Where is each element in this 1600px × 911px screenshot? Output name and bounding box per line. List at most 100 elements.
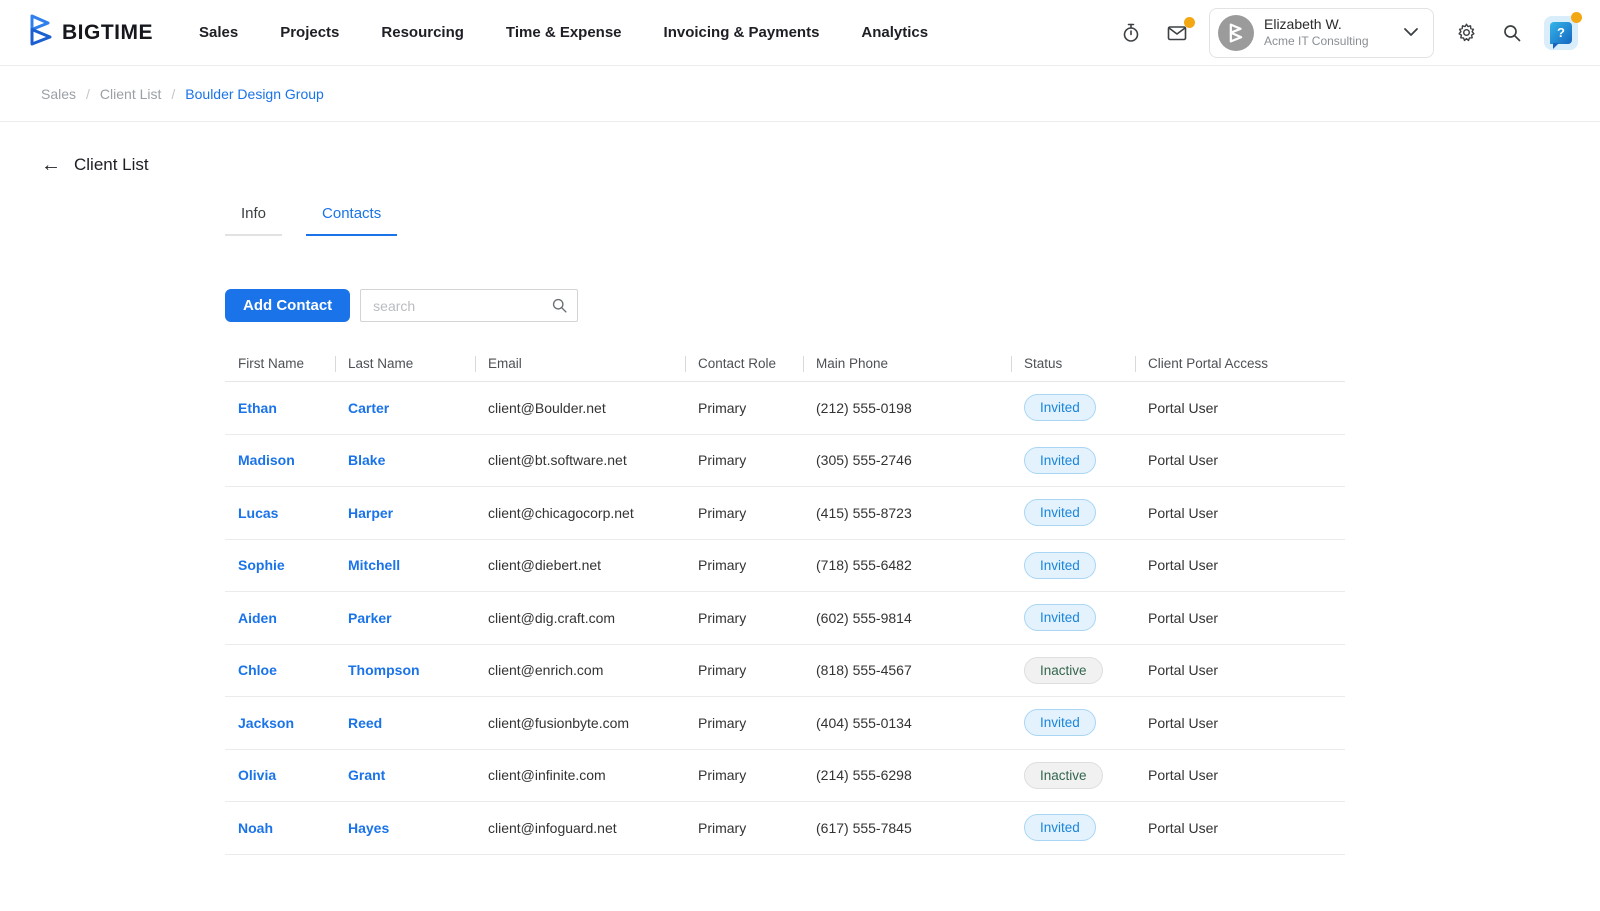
contact-phone: (602) 555-9814 — [803, 610, 1011, 626]
help-notification-dot — [1571, 12, 1582, 23]
contact-email: client@enrich.com — [475, 662, 685, 678]
portal-access: Portal User — [1135, 400, 1345, 416]
breadcrumb: Sales / Client List / Boulder Design Gro… — [0, 66, 1600, 122]
contact-last-name-link[interactable]: Grant — [348, 767, 385, 783]
breadcrumb-client-list[interactable]: Client List — [100, 86, 161, 102]
col-header-last-name: Last Name — [335, 346, 475, 381]
nav-resourcing[interactable]: Resourcing — [381, 24, 464, 41]
contact-phone: (305) 555-2746 — [803, 452, 1011, 468]
contact-email: client@chicagocorp.net — [475, 505, 685, 521]
contact-first-name-link[interactable]: Olivia — [238, 767, 276, 783]
nav-analytics[interactable]: Analytics — [861, 24, 928, 41]
breadcrumb-separator: / — [171, 86, 175, 102]
contact-phone: (415) 555-8723 — [803, 505, 1011, 521]
nav-time-expense[interactable]: Time & Expense — [506, 24, 622, 41]
add-contact-button[interactable]: Add Contact — [225, 289, 350, 322]
contact-first-name-link[interactable]: Jackson — [238, 715, 294, 731]
search-input-icon — [551, 297, 568, 319]
breadcrumb-current[interactable]: Boulder Design Group — [185, 86, 324, 102]
bigtime-logo-icon — [28, 13, 54, 52]
messages-notification-dot — [1184, 17, 1195, 28]
status-badge: Invited — [1024, 499, 1096, 526]
breadcrumb-sales[interactable]: Sales — [41, 86, 76, 102]
back-arrow-icon[interactable]: ← — [41, 155, 61, 175]
settings-gear-icon[interactable] — [1452, 19, 1480, 47]
contact-last-name-link[interactable]: Reed — [348, 715, 382, 731]
col-header-first-name: First Name — [225, 346, 335, 381]
tab-info[interactable]: Info — [225, 197, 282, 236]
contacts-search-input[interactable] — [360, 289, 578, 322]
contact-role: Primary — [685, 452, 803, 468]
brand-name: BIGTIME — [62, 21, 153, 45]
contact-role: Primary — [685, 820, 803, 836]
status-badge: Inactive — [1024, 762, 1103, 789]
chevron-down-icon — [1403, 24, 1419, 42]
contact-first-name-link[interactable]: Lucas — [238, 505, 278, 521]
contact-email: client@infoguard.net — [475, 820, 685, 836]
portal-access: Portal User — [1135, 767, 1345, 783]
status-badge: Inactive — [1024, 657, 1103, 684]
contact-first-name-link[interactable]: Madison — [238, 452, 295, 468]
contact-email: client@fusionbyte.com — [475, 715, 685, 731]
contact-email: client@Boulder.net — [475, 400, 685, 416]
contact-last-name-link[interactable]: Blake — [348, 452, 385, 468]
contact-last-name-link[interactable]: Harper — [348, 505, 393, 521]
table-row: Jackson Reed client@fusionbyte.com Prima… — [225, 697, 1345, 750]
contact-first-name-link[interactable]: Sophie — [238, 557, 285, 573]
portal-access: Portal User — [1135, 610, 1345, 626]
account-switcher[interactable]: Elizabeth W. Acme IT Consulting — [1209, 8, 1434, 58]
contact-email: client@bt.software.net — [475, 452, 685, 468]
col-header-main-phone: Main Phone — [803, 346, 1011, 381]
breadcrumb-separator: / — [86, 86, 90, 102]
user-company: Acme IT Consulting — [1264, 34, 1393, 49]
portal-access: Portal User — [1135, 452, 1345, 468]
col-header-contact-role: Contact Role — [685, 346, 803, 381]
portal-access: Portal User — [1135, 662, 1345, 678]
contact-role: Primary — [685, 400, 803, 416]
timer-icon[interactable] — [1117, 19, 1145, 47]
contact-first-name-link[interactable]: Aiden — [238, 610, 277, 626]
contact-phone: (818) 555-4567 — [803, 662, 1011, 678]
nav-invoicing-payments[interactable]: Invoicing & Payments — [664, 24, 820, 41]
main-menu: Sales Projects Resourcing Time & Expense… — [199, 24, 1117, 41]
status-badge: Invited — [1024, 552, 1096, 579]
bigtime-logo[interactable]: BIGTIME — [28, 13, 153, 52]
page-title: Client List — [74, 155, 149, 175]
table-body: Ethan Carter client@Boulder.net Primary … — [225, 382, 1345, 855]
contact-phone: (718) 555-6482 — [803, 557, 1011, 573]
contact-email: client@infinite.com — [475, 767, 685, 783]
nav-projects[interactable]: Projects — [280, 24, 339, 41]
contact-last-name-link[interactable]: Thompson — [348, 662, 420, 678]
contact-last-name-link[interactable]: Parker — [348, 610, 392, 626]
table-row: Noah Hayes client@infoguard.net Primary … — [225, 802, 1345, 855]
table-row: Chloe Thompson client@enrich.com Primary… — [225, 645, 1345, 698]
contact-last-name-link[interactable]: Hayes — [348, 820, 389, 836]
contact-role: Primary — [685, 715, 803, 731]
table-header-row: First Name Last Name Email Contact Role … — [225, 346, 1345, 382]
contacts-table: First Name Last Name Email Contact Role … — [225, 346, 1345, 855]
table-row: Ethan Carter client@Boulder.net Primary … — [225, 382, 1345, 435]
search-icon[interactable] — [1498, 19, 1526, 47]
portal-access: Portal User — [1135, 557, 1345, 573]
portal-access: Portal User — [1135, 715, 1345, 731]
contact-phone: (404) 555-0134 — [803, 715, 1011, 731]
contact-first-name-link[interactable]: Chloe — [238, 662, 277, 678]
contact-first-name-link[interactable]: Ethan — [238, 400, 277, 416]
tab-contacts[interactable]: Contacts — [306, 197, 397, 236]
status-badge: Invited — [1024, 709, 1096, 736]
top-navigation: BIGTIME Sales Projects Resourcing Time &… — [0, 0, 1600, 66]
contact-first-name-link[interactable]: Noah — [238, 820, 273, 836]
contact-role: Primary — [685, 662, 803, 678]
contact-role: Primary — [685, 767, 803, 783]
contact-last-name-link[interactable]: Mitchell — [348, 557, 400, 573]
messages-icon[interactable] — [1163, 19, 1191, 47]
contact-role: Primary — [685, 505, 803, 521]
contact-phone: (214) 555-6298 — [803, 767, 1011, 783]
col-header-email: Email — [475, 346, 685, 381]
contact-last-name-link[interactable]: Carter — [348, 400, 389, 416]
table-row: Lucas Harper client@chicagocorp.net Prim… — [225, 487, 1345, 540]
contact-phone: (617) 555-7845 — [803, 820, 1011, 836]
help-chat-icon[interactable]: ? — [1544, 16, 1578, 50]
nav-sales[interactable]: Sales — [199, 24, 238, 41]
contact-role: Primary — [685, 557, 803, 573]
